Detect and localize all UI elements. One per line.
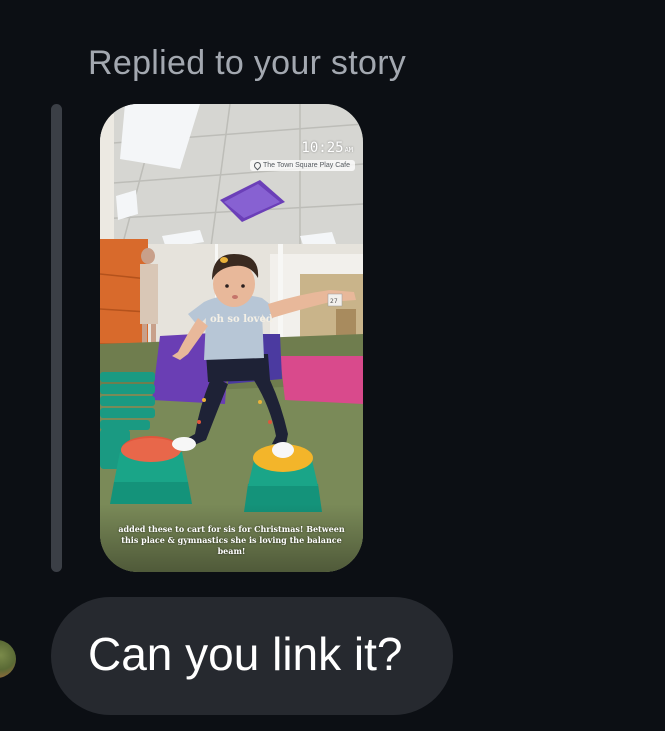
replied-to-story-label: Replied to your story bbox=[88, 44, 407, 82]
message-text: Can you link it? bbox=[88, 628, 403, 680]
location-label: The Town Square Play Cafe bbox=[262, 162, 350, 169]
avatar[interactable] bbox=[0, 640, 16, 678]
story-time-value: 10:25 bbox=[301, 140, 344, 156]
message-bubble[interactable]: Can you link it? bbox=[51, 597, 453, 715]
reply-quote-bar bbox=[51, 104, 62, 572]
story-time-suffix: AM bbox=[344, 146, 353, 154]
location-sticker: The Town Square Play Cafe bbox=[249, 160, 355, 171]
shirt-print: oh so loved bbox=[210, 314, 273, 325]
story-caption: added these to cart for sis for Christma… bbox=[118, 524, 345, 556]
dm-thread: Replied to your story oh so loved 27 10:… bbox=[0, 0, 665, 731]
wall-sign: 27 bbox=[330, 298, 338, 305]
story-photo: oh so loved 27 bbox=[100, 104, 363, 572]
story-preview[interactable]: oh so loved 27 10:25AM The Town Square P… bbox=[100, 104, 363, 572]
location-pin-icon bbox=[252, 160, 263, 171]
story-timestamp: 10:25AM bbox=[301, 140, 353, 156]
